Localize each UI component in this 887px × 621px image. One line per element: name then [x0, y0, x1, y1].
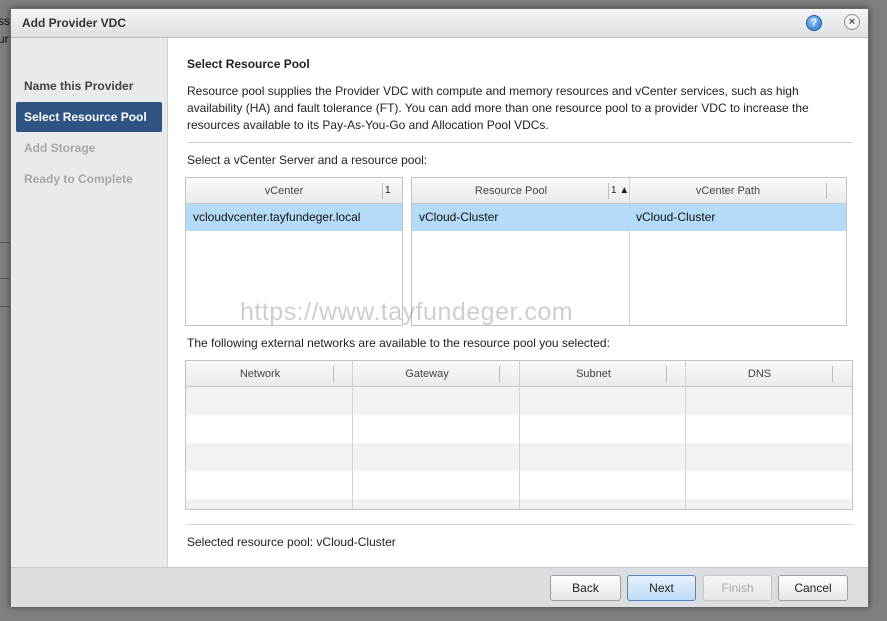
page-description: Resource pool supplies the Provider VDC …: [187, 84, 809, 132]
select-vcenter-label: Select a vCenter Server and a resource p…: [187, 153, 428, 167]
column-header-resource-pool[interactable]: Resource Pool: [412, 178, 610, 204]
cancel-button[interactable]: Cancel: [778, 575, 848, 601]
next-button[interactable]: Next: [627, 575, 696, 601]
step-ready-to-complete: Ready to Complete: [24, 172, 133, 186]
divider: [187, 524, 853, 525]
column-separator: [499, 366, 500, 382]
column-separator: [832, 366, 833, 382]
back-button[interactable]: Back: [550, 575, 621, 601]
sort-ascending-indicator[interactable]: 1 ▲: [385, 178, 402, 222]
column-separator: [666, 366, 667, 382]
column-header-vcenter-path[interactable]: vCenter Path: [630, 178, 826, 204]
resource-pool-cell: vCloud-Cluster: [419, 210, 499, 224]
column-header-network[interactable]: Network: [186, 361, 334, 387]
vcenter-path-cell: vCloud-Cluster: [636, 210, 716, 224]
table-row[interactable]: vcloudvcenter.tayfundeger.local: [186, 204, 402, 231]
external-networks-grid[interactable]: Network Gateway Subnet DNS: [185, 360, 853, 510]
column-header-subnet[interactable]: Subnet: [520, 361, 667, 387]
column-divider: [685, 361, 686, 509]
background-text: ur: [0, 32, 9, 46]
wizard-steps-sidebar: Name this Provider VDC Select Resource P…: [11, 38, 168, 567]
page-title: Select Resource Pool: [187, 57, 310, 71]
sort-ascending-indicator[interactable]: 1 ▲: [611, 178, 629, 204]
vcenter-cell: vcloudvcenter.tayfundeger.local: [193, 210, 361, 224]
vcenter-grid-header: vCenter 1 ▲: [186, 178, 402, 222]
background-text: ss: [0, 14, 10, 28]
column-separator: [382, 183, 383, 199]
finish-button: Finish: [703, 575, 772, 601]
column-header-gateway[interactable]: Gateway: [353, 361, 501, 387]
external-networks-label: The following external networks are avai…: [187, 336, 610, 350]
step-select-resource-pool[interactable]: Select Resource Pool: [16, 102, 162, 132]
dialog-title: Add Provider VDC: [22, 16, 127, 30]
column-header-dns[interactable]: DNS: [686, 361, 833, 387]
column-separator: [333, 366, 334, 382]
help-icon[interactable]: ?: [806, 15, 822, 31]
column-divider: [519, 361, 520, 509]
close-icon[interactable]: ×: [844, 14, 860, 30]
watermark-text: https://www.tayfundeger.com: [240, 298, 574, 326]
column-header-vcenter[interactable]: vCenter: [186, 178, 382, 204]
selected-resource-pool-label: Selected resource pool: vCloud-Cluster: [187, 535, 396, 549]
step-name-this-provider-vdc[interactable]: Name this Provider VDC: [16, 71, 162, 123]
column-divider: [352, 361, 353, 509]
dialog-titlebar: Add Provider VDC ? ×: [11, 9, 868, 38]
dialog-footer: Back Next Finish Cancel: [11, 567, 868, 607]
column-separator: [608, 183, 609, 199]
divider: [187, 142, 853, 143]
column-divider: [629, 178, 630, 325]
step-add-storage: Add Storage: [24, 141, 96, 155]
column-separator: [826, 183, 827, 199]
